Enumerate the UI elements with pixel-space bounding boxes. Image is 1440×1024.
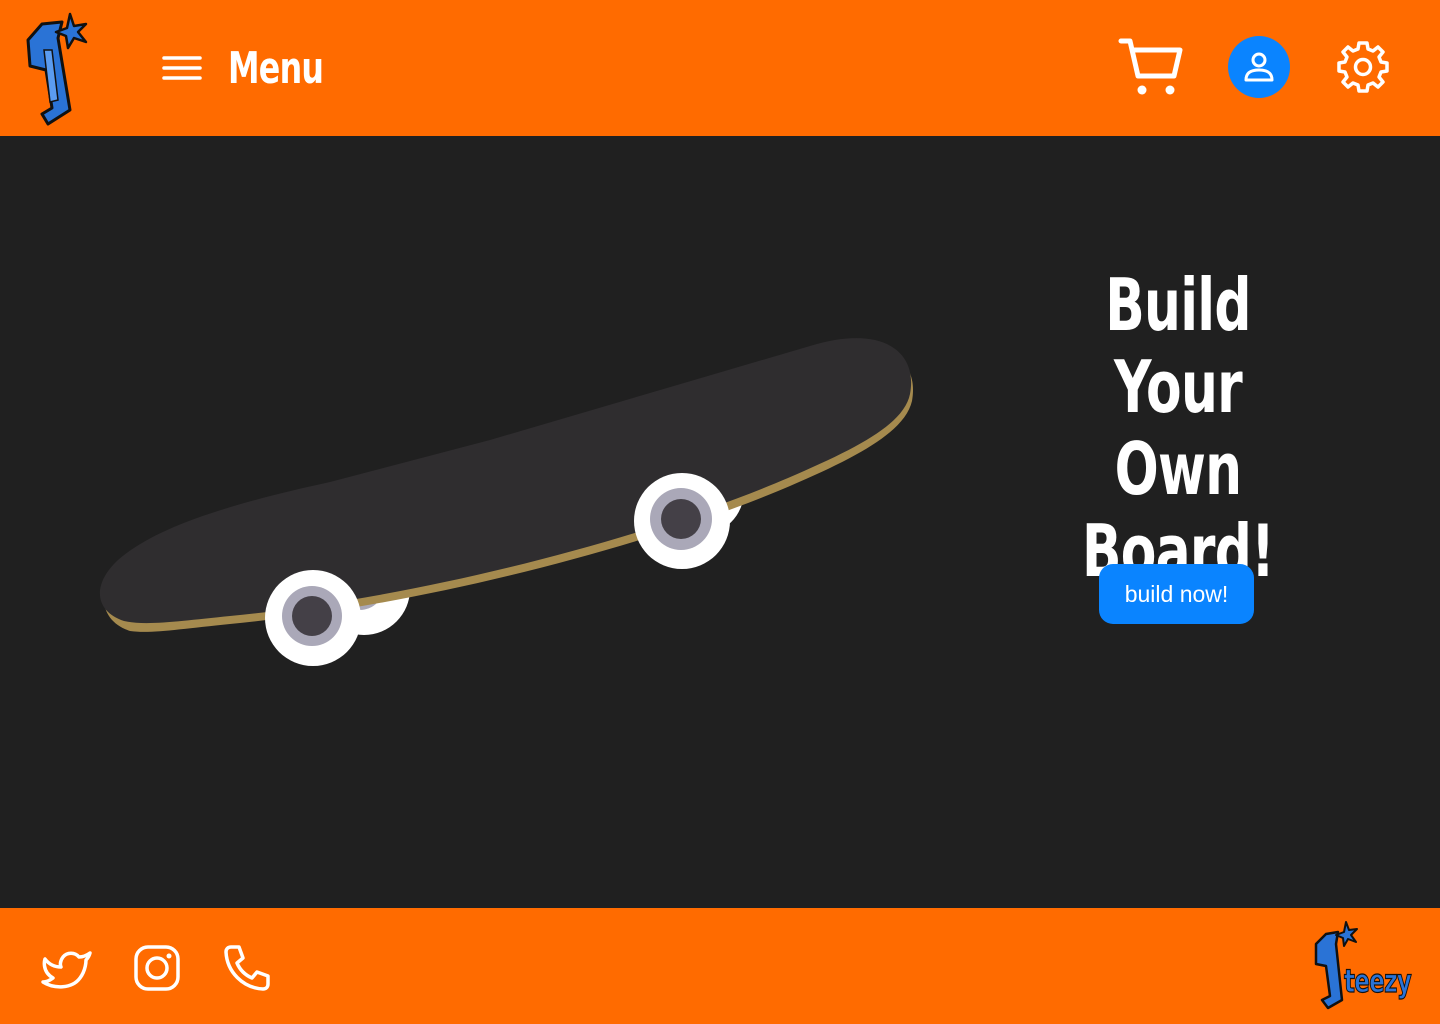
menu-button[interactable]: Menu	[160, 38, 360, 98]
gear-icon[interactable]	[1336, 40, 1390, 94]
instagram-icon[interactable]	[131, 942, 183, 994]
hero-headline: Build Your Own Board!	[1050, 264, 1306, 592]
headline-line-2: Own	[1114, 427, 1242, 511]
brand-wordmark: teezy	[1344, 961, 1413, 1000]
hero-section: Build Your Own Board! build now!	[0, 136, 1440, 908]
user-icon	[1244, 52, 1274, 82]
account-button[interactable]	[1228, 36, 1290, 98]
hamburger-icon	[162, 56, 202, 80]
cart-icon[interactable]	[1118, 36, 1184, 98]
menu-label: Menu	[228, 42, 324, 94]
top-bar: Menu	[0, 0, 1440, 136]
front-wheel-right	[634, 473, 730, 569]
steezy-logo[interactable]	[22, 10, 92, 128]
twitter-icon[interactable]	[40, 942, 92, 994]
phone-icon[interactable]	[221, 942, 273, 994]
footer-bar: teezy	[0, 908, 1440, 1024]
headline-line-1: Build Your	[1105, 263, 1251, 429]
front-wheel-left	[265, 570, 361, 666]
skateboard-illustration	[99, 338, 914, 666]
build-now-button[interactable]: build now!	[1099, 564, 1254, 624]
